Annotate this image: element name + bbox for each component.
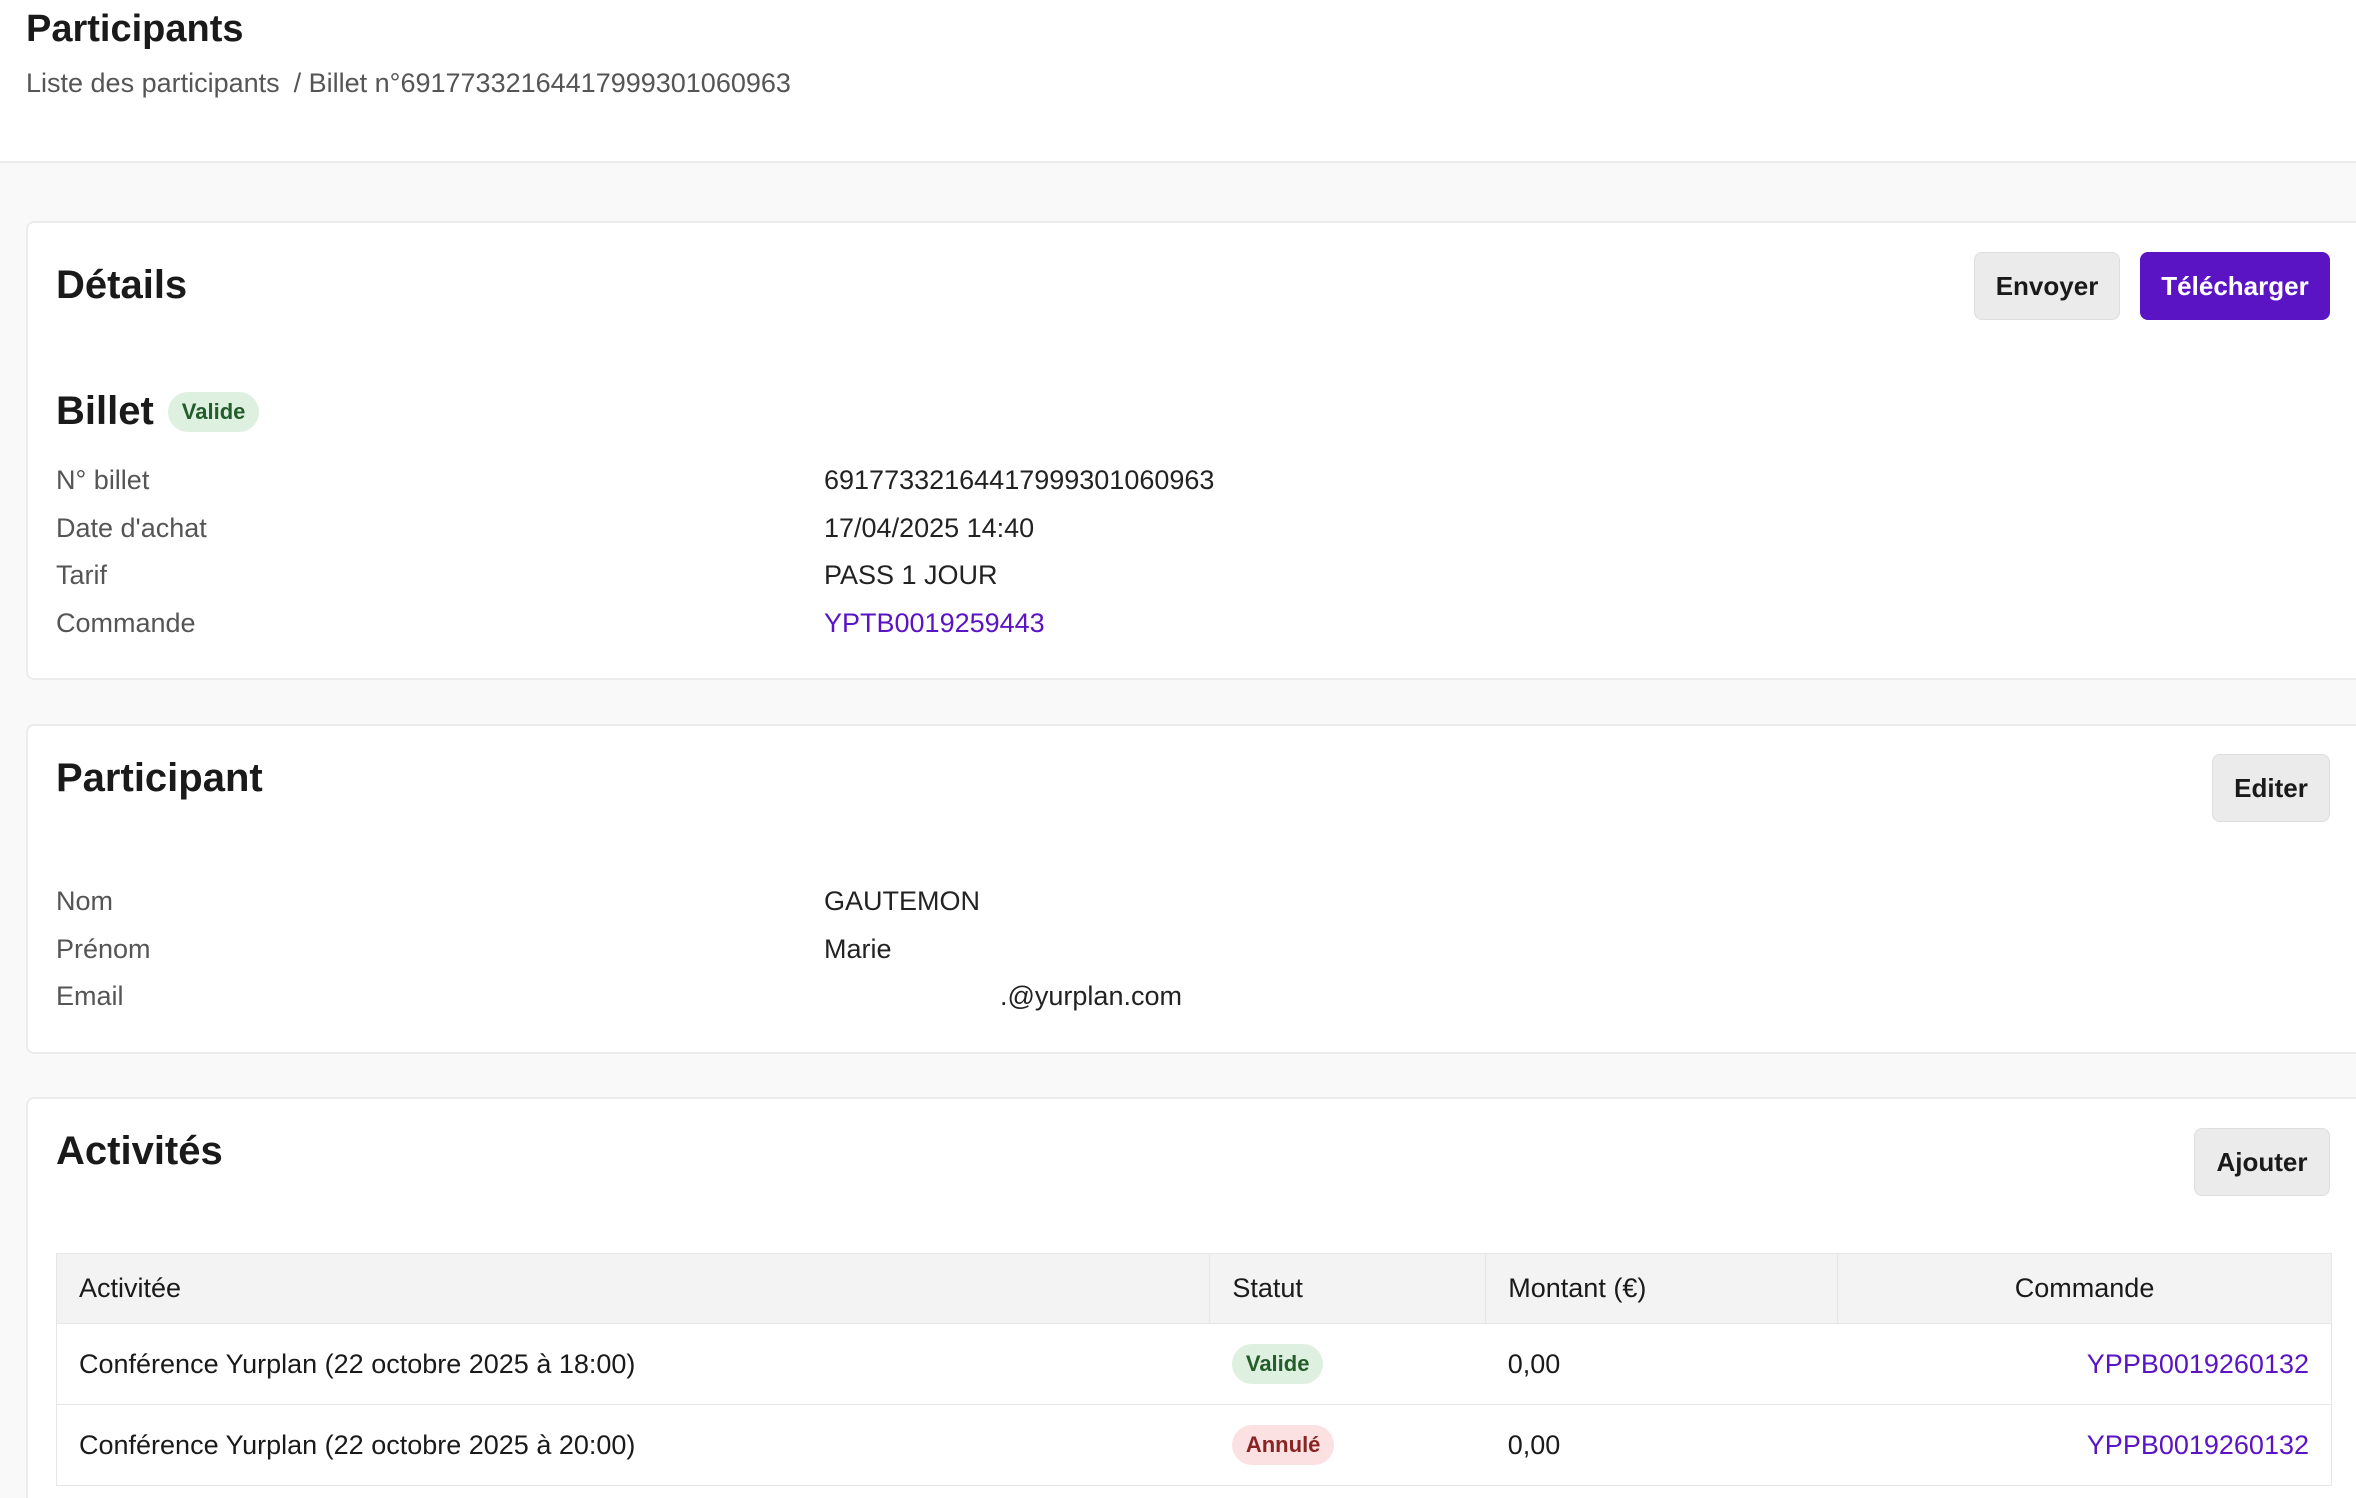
page-title: Participants	[26, 8, 244, 50]
status-badge: Annulé	[1231, 1425, 1335, 1465]
status-badge: Valide	[1231, 1344, 1324, 1384]
participant-card: Participant Editer Nom GAUTEMON Prénom M…	[26, 724, 2356, 1054]
field-value: PASS 1 JOUR	[824, 560, 998, 590]
field-label: Date d'achat	[56, 512, 207, 543]
order-cell: YPPB0019260132	[1837, 1323, 2332, 1405]
activities-title: Activités	[56, 1129, 223, 1173]
table-header-row: Activitée Statut Montant (€) Commande	[55, 1253, 2332, 1324]
field-value: 69177332164417999301060963	[824, 465, 1215, 495]
table-row: Conférence Yurplan (22 octobre 2025 à 20…	[55, 1404, 2332, 1486]
column-header: Statut	[1209, 1253, 1487, 1324]
amount-cell: 0,00	[1485, 1323, 1838, 1405]
ticket-title: Billet	[56, 389, 154, 433]
order-link[interactable]: YPPB0019260132	[2087, 1430, 2309, 1460]
field-label: Email	[56, 981, 124, 1011]
column-header: Montant (€)	[1485, 1253, 1839, 1324]
download-button[interactable]: Télécharger	[2140, 252, 2330, 320]
order-link[interactable]: YPPB0019260132	[2087, 1349, 2309, 1379]
participant-title: Participant	[56, 756, 263, 800]
field-value: Marie	[824, 933, 892, 964]
breadcrumb-participants-link[interactable]: Liste des participants	[26, 68, 280, 99]
field-label: Prénom	[56, 933, 151, 964]
ticket-status-badge: Valide	[167, 391, 260, 432]
order-link[interactable]: YPTB0019259443	[824, 608, 1045, 639]
field-label: Commande	[56, 607, 196, 638]
field-label: Tarif	[56, 560, 108, 590]
status-cell: Annulé	[1209, 1404, 1486, 1486]
field-value: 17/04/2025 14:40	[824, 512, 1035, 543]
breadcrumb-current: / Billet n°69177332164417999301060963	[293, 68, 791, 98]
details-title: Détails	[56, 263, 188, 307]
column-header: Activitée	[55, 1253, 1211, 1324]
activities-card: Activités Ajouter Activitée Statut Monta…	[26, 1097, 2356, 1498]
details-card: Détails Envoyer Télécharger Billet Valid…	[26, 221, 2356, 680]
ticket-heading: Billet Valide	[56, 389, 260, 434]
table-row: Conférence Yurplan (22 octobre 2025 à 18…	[55, 1323, 2332, 1405]
add-activity-button[interactable]: Ajouter	[2194, 1128, 2330, 1196]
breadcrumb: Liste des participants / Billet n°691773…	[26, 68, 791, 99]
status-cell: Valide	[1209, 1323, 1486, 1405]
field-value: GAUTEMON	[824, 886, 981, 916]
edit-button[interactable]: Editer	[2212, 754, 2330, 822]
column-header: Commande	[1837, 1253, 2332, 1324]
page-header: Participants Liste des participants / Bi…	[0, 0, 2356, 163]
order-cell: YPPB0019260132	[1837, 1404, 2332, 1486]
amount-cell: 0,00	[1485, 1404, 1838, 1486]
field-value: .@yurplan.com	[1000, 981, 1182, 1011]
field-label: Nom	[56, 886, 114, 916]
field-label: N° billet	[56, 465, 150, 495]
activities-table: Activitée Statut Montant (€) Commande Co…	[55, 1253, 2332, 1486]
activity-name: Conférence Yurplan (22 octobre 2025 à 18…	[55, 1323, 1210, 1405]
send-button[interactable]: Envoyer	[1974, 252, 2120, 320]
activity-name: Conférence Yurplan (22 octobre 2025 à 20…	[55, 1404, 1210, 1486]
